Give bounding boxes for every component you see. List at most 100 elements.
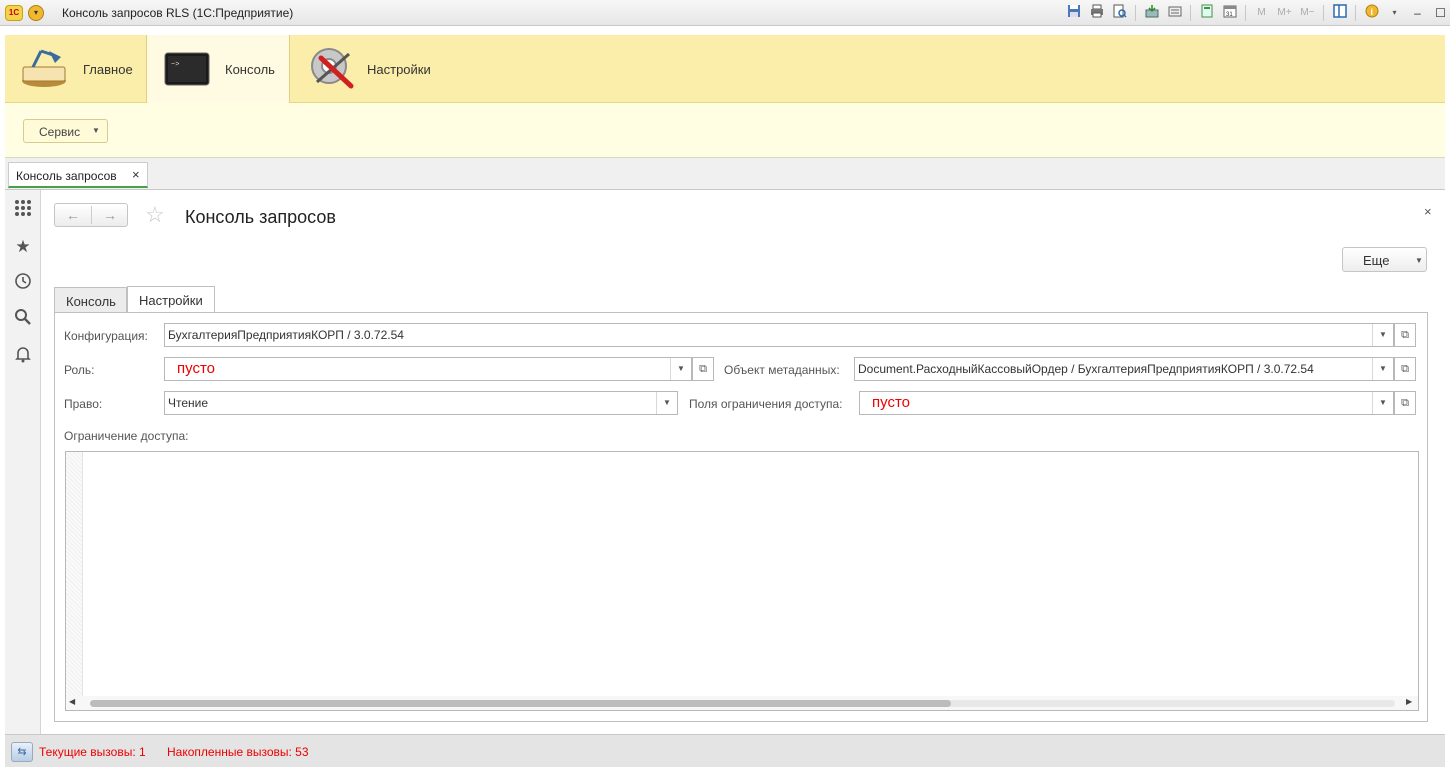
print-preview-icon[interactable] — [1108, 4, 1131, 22]
print-icon[interactable] — [1085, 4, 1108, 22]
role-field[interactable]: пусто ▼ — [164, 357, 692, 381]
info-icon[interactable]: i — [1360, 4, 1383, 22]
tab-settings-label: Настройки — [139, 293, 203, 308]
role-dropdown-icon[interactable]: ▼ — [670, 358, 691, 380]
metadata-object-dropdown-icon[interactable]: ▼ — [1372, 358, 1393, 380]
history-nav-buttons: ← → — [54, 203, 128, 227]
section-settings[interactable]: Настройки — [290, 35, 450, 103]
role-value: пусто — [177, 360, 215, 377]
tab-console[interactable]: Консоль — [54, 287, 127, 313]
configuration-dropdown-icon[interactable]: ▼ — [1372, 324, 1393, 346]
favorites-star-icon[interactable]: ★ — [12, 236, 34, 258]
restriction-fields-dropdown-icon[interactable]: ▼ — [1372, 392, 1393, 414]
forward-arrow-icon[interactable]: → — [92, 204, 128, 226]
right-field[interactable]: Чтение ▼ — [164, 391, 678, 415]
m-plus-icon[interactable]: M+ — [1273, 4, 1296, 22]
configuration-value: БухгалтерияПредприятияКОРП / 3.0.72.54 — [168, 328, 404, 342]
history-icon[interactable] — [12, 272, 34, 294]
editor-horizontal-scrollbar[interactable]: ◀ ▶ — [66, 696, 1418, 710]
form-close-icon[interactable]: × — [1424, 204, 1432, 219]
toolbar-divider — [1355, 5, 1356, 21]
right-label: Право: — [64, 397, 103, 411]
window-title: Консоль запросов RLS (1С:Предприятие) — [62, 6, 294, 20]
open-window-tab-label: Консоль запросов — [16, 169, 117, 183]
section-console-label: Консоль — [225, 62, 275, 77]
form-query-console: ← → ☆ Консоль запросов × Еще ▼ Консоль Н… — [41, 190, 1445, 734]
access-restriction-editor[interactable]: ◀ ▶ — [65, 451, 1419, 711]
restriction-fields-value: пусто — [872, 394, 910, 411]
calculator-icon[interactable] — [1195, 4, 1218, 22]
accumulated-calls-text: Накопленные вызовы: 53 — [167, 745, 309, 759]
title-bar: 1С ▾ Консоль запросов RLS (1С:Предприяти… — [0, 0, 1450, 26]
save-icon[interactable] — [1062, 4, 1085, 22]
section-main[interactable]: Главное — [5, 35, 146, 103]
add-to-favorites-star-icon[interactable]: ☆ — [145, 202, 165, 228]
current-calls-text: Текущие вызовы: 1 — [39, 745, 146, 759]
svg-text:31: 31 — [1226, 12, 1233, 18]
metadata-object-value: Document.РасходныйКассовыйОрдер / Бухгал… — [858, 362, 1314, 376]
app-logo-icon[interactable]: 1С — [5, 5, 23, 21]
chevron-down-icon: ▼ — [1415, 256, 1423, 265]
section-console[interactable]: ~> Консоль — [146, 35, 290, 104]
more-button[interactable]: Еще ▼ — [1342, 247, 1427, 272]
close-tab-icon[interactable]: × — [132, 167, 140, 182]
scroll-right-icon[interactable]: ▶ — [1406, 697, 1412, 706]
toolbar-divider — [1323, 5, 1324, 21]
service-menu-button[interactable]: Сервис ▼ — [23, 119, 108, 143]
configuration-open-icon[interactable]: ⧉ — [1394, 323, 1416, 347]
open-windows-bar: Консоль запросов × — [5, 158, 1445, 190]
svg-text:i: i — [1370, 7, 1373, 17]
find-icon[interactable] — [1163, 4, 1186, 22]
console-icon: ~> — [164, 52, 210, 86]
restriction-fields-label: Поля ограничения доступа: — [689, 397, 843, 411]
access-restriction-label: Ограничение доступа: — [64, 429, 189, 443]
menu-icon[interactable]: ▾ — [1383, 4, 1406, 22]
chevron-down-icon: ▼ — [92, 126, 100, 135]
restriction-fields-open-icon[interactable]: ⧉ — [1394, 391, 1416, 415]
minimize-icon[interactable]: – — [1406, 4, 1429, 22]
toolbar-divider — [1190, 5, 1191, 21]
server-calls-icon[interactable]: ⇆ — [11, 742, 33, 762]
scroll-left-icon[interactable]: ◀ — [69, 697, 75, 706]
editor-gutter — [66, 452, 83, 696]
restriction-fields-field[interactable]: пусто ▼ — [859, 391, 1394, 415]
panels-icon[interactable] — [1328, 4, 1351, 22]
calendar-icon[interactable]: 31 — [1218, 4, 1241, 22]
metadata-object-field[interactable]: Document.РасходныйКассовыйОрдер / Бухгал… — [854, 357, 1394, 381]
back-arrow-icon[interactable]: ← — [55, 204, 91, 226]
m-minus-icon[interactable]: M− — [1296, 4, 1319, 22]
m-icon[interactable]: M — [1250, 4, 1273, 22]
settings-tools-icon — [311, 48, 354, 89]
status-bar: ⇆ Текущие вызовы: 1 Накопленные вызовы: … — [5, 734, 1445, 767]
section-settings-label: Настройки — [367, 62, 431, 77]
metadata-object-label: Объект метаданных: — [724, 363, 840, 377]
sections-panel: Главное ~> Консоль Настройки — [5, 35, 1445, 104]
tab-console-label: Консоль — [66, 294, 116, 309]
role-label: Роль: — [64, 363, 95, 377]
notifications-bell-icon[interactable] — [12, 345, 34, 367]
form-title: Консоль запросов — [185, 207, 336, 227]
open-window-tab[interactable]: Консоль запросов × — [8, 162, 148, 188]
apps-grid-icon[interactable] — [12, 199, 34, 221]
search-icon[interactable] — [12, 308, 34, 330]
main-menu-icon[interactable]: ▾ — [28, 5, 44, 21]
configuration-label: Конфигурация: — [64, 329, 148, 343]
tab-settings[interactable]: Настройки — [127, 286, 215, 313]
svg-text:~>: ~> — [171, 61, 179, 69]
title-toolbar: 31 M M+ M− i ▾ – ☐ × — [1062, 4, 1450, 22]
configuration-field[interactable]: БухгалтерияПредприятияКОРП / 3.0.72.54 ▼ — [164, 323, 1394, 347]
more-button-label: Еще — [1363, 253, 1390, 268]
attach-icon[interactable] — [1140, 4, 1163, 22]
maximize-icon[interactable]: ☐ — [1429, 4, 1450, 22]
desk-lamp-icon — [22, 49, 66, 87]
toolbar-divider — [1135, 5, 1136, 21]
commands-bar: Сервис ▼ — [5, 103, 1445, 158]
scroll-thumb[interactable] — [90, 700, 951, 707]
section-main-label: Главное — [83, 62, 133, 77]
metadata-object-open-icon[interactable]: ⧉ — [1394, 357, 1416, 381]
toolbar-divider — [1245, 5, 1246, 21]
role-open-icon[interactable]: ⧉ — [692, 357, 714, 381]
service-menu-label: Сервис — [39, 125, 81, 139]
right-value: Чтение — [168, 396, 209, 410]
right-dropdown-icon[interactable]: ▼ — [656, 392, 677, 414]
